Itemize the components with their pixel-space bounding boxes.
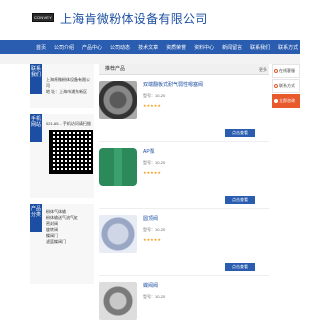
rating-stars: ★★★★★ xyxy=(143,103,161,108)
nav-item-home[interactable]: 首页 xyxy=(32,44,50,51)
product-name[interactable]: 蝶阀阀 xyxy=(143,282,158,289)
main-content: 推荐产品 更多 双端翻板式耐气弱性嗯塞阀 型号：10-20 ★★★★★ 点击查看… xyxy=(99,64,269,320)
product-image[interactable] xyxy=(99,215,137,253)
nav-item-articles[interactable]: 技术文章 xyxy=(134,44,162,51)
product-name[interactable]: 双端翻板式耐气弱性嗯塞阀 xyxy=(143,81,203,88)
company-logo[interactable]: CONVEY xyxy=(32,13,54,22)
section-title: 推荐产品 xyxy=(105,66,126,72)
product-rating: ★★★★★ xyxy=(143,170,161,175)
rating-stars: ★★★★★ xyxy=(143,170,161,175)
company-name: 上海肯微粉体设备有限公司 xyxy=(60,12,208,26)
section-header: 推荐产品 更多 xyxy=(99,64,269,75)
contact-block: 联系我们 上海肯微粉体设备有限公司 地 址：上海市浦东新区 xyxy=(30,64,94,108)
right-float-panel: 在线客服 联系方式 立即咨询 xyxy=(272,64,300,109)
main-nav: 首页 公司介绍 产品中心 公司动态 技术文章 资质荣誉 资料中心 新闻留言 联系… xyxy=(0,40,300,54)
product-spec: 型号：10-20 xyxy=(143,160,166,165)
qr-code-icon xyxy=(49,130,93,174)
product-category-block: 产品分类 粉体气体输 粉体输送气流气缸 密封阀 旋转阀 蝶阀门 滤篮蝶阀门 xyxy=(30,204,94,284)
product-image[interactable] xyxy=(99,148,137,186)
view-button[interactable]: 点击查看 xyxy=(225,129,255,137)
nav-item-products[interactable]: 产品中心 xyxy=(78,44,106,51)
product-card: 蝶阀阀 型号：10-20 xyxy=(99,276,269,320)
category-tag: 产品分类 xyxy=(30,204,42,232)
product-image[interactable] xyxy=(99,282,137,320)
product-card: AP泵 型号：10-20 ★★★★★ 点击查看 xyxy=(99,142,269,209)
contact-tag: 联系我们 xyxy=(30,64,42,94)
contact-icon xyxy=(274,84,278,88)
product-rating: ★★★★★ xyxy=(143,103,161,108)
product-card: 圆顶阀 型号：10-20 ★★★★★ 点击查看 xyxy=(99,209,269,276)
view-button[interactable]: 点击查看 xyxy=(225,263,255,271)
contact-info-button[interactable]: 联系方式 xyxy=(272,79,300,93)
nav-item-downloads[interactable]: 资料中心 xyxy=(190,44,218,51)
nav-item-about[interactable]: 公司介绍 xyxy=(50,44,78,51)
mobile-tag: 手机网站 xyxy=(30,114,42,142)
more-link[interactable]: 更多 xyxy=(259,64,267,75)
nav-item-info[interactable]: 联系方式 xyxy=(274,44,302,51)
nav-item-message[interactable]: 新闻留言 xyxy=(218,44,246,51)
category-item[interactable]: 滤篮蝶阀门 xyxy=(46,239,92,245)
product-name[interactable]: 圆顶阀 xyxy=(143,215,158,222)
left-sidebar: 联系我们 上海肯微粉体设备有限公司 地 址：上海市浦东新区 手机网站 021-6… xyxy=(30,64,94,300)
contact-company: 上海肯微粉体设备有限公司 xyxy=(46,77,90,88)
mobile-phone: 021-65... 手机访问请扫描 xyxy=(46,121,91,126)
banner-strip xyxy=(0,54,300,64)
product-spec: 型号：10-20 xyxy=(143,93,166,98)
product-name[interactable]: AP泵 xyxy=(143,148,155,155)
site-header: CONVEY 上海肯微粉体设备有限公司 xyxy=(0,0,300,40)
product-rating: ★★★★★ xyxy=(143,237,161,242)
chat-icon xyxy=(274,99,278,103)
product-card: 双端翻板式耐气弱性嗯塞阀 型号：10-20 ★★★★★ 点击查看 xyxy=(99,75,269,142)
mobile-block: 手机网站 021-65... 手机访问请扫描 xyxy=(30,114,94,198)
online-service-button[interactable]: 在线客服 xyxy=(272,64,300,78)
consult-now-button[interactable]: 立即咨询 xyxy=(272,94,300,108)
product-image[interactable] xyxy=(99,81,137,119)
rating-stars: ★★★★★ xyxy=(143,237,161,242)
view-button[interactable]: 点击查看 xyxy=(225,196,255,204)
product-spec: 型号：10-20 xyxy=(143,227,166,232)
nav-item-honors[interactable]: 资质荣誉 xyxy=(162,44,190,51)
product-spec: 型号：10-20 xyxy=(143,294,166,299)
service-icon xyxy=(274,69,278,73)
nav-item-contact[interactable]: 联系我们 xyxy=(246,44,274,51)
nav-item-news[interactable]: 公司动态 xyxy=(106,44,134,51)
contact-address: 地 址：上海市浦东新区 xyxy=(46,89,88,94)
